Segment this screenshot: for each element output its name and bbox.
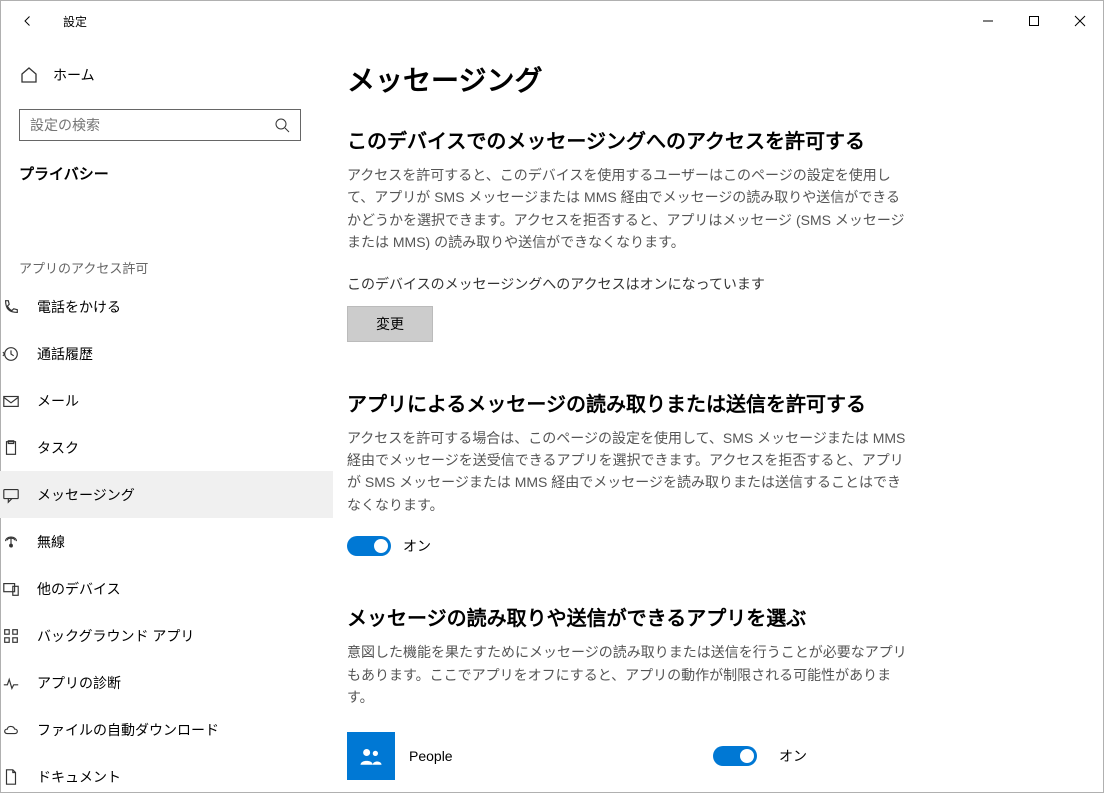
sidebar-category: プライバシー <box>19 163 297 184</box>
close-button[interactable] <box>1057 5 1103 37</box>
phone-icon <box>1 297 21 317</box>
maximize-icon <box>1028 15 1040 27</box>
section-device-access-heading: このデバイスでのメッセージングへのアクセスを許可する <box>347 125 1063 154</box>
titlebar: 設定 <box>1 1 1103 41</box>
sidebar-home[interactable]: ホーム <box>19 55 297 95</box>
sidebar-item-label: アプリの診断 <box>37 673 121 693</box>
sidebar-item-label: メッセージング <box>37 485 135 505</box>
section-app-access-desc: アクセスを許可する場合は、このページの設定を使用して、SMS メッセージまたは … <box>347 427 907 517</box>
minimize-button[interactable] <box>965 5 1011 37</box>
app-row-people: People オン <box>347 728 807 784</box>
app-access-toggle-label: オン <box>403 536 431 556</box>
sidebar-item-app-diagnostics[interactable]: アプリの診断 <box>0 659 333 706</box>
mail-icon <box>1 391 21 411</box>
sidebar-item-file-downloads[interactable]: ファイルの自動ダウンロード <box>0 706 333 753</box>
app-access-toggle[interactable] <box>347 536 391 556</box>
devices-icon <box>1 579 21 599</box>
sidebar-item-documents[interactable]: ドキュメント <box>0 753 333 793</box>
cloud-icon <box>1 720 21 740</box>
sidebar-item-label: ファイルの自動ダウンロード <box>37 720 219 740</box>
people-app-toggle[interactable] <box>713 746 757 766</box>
sidebar-item-background-apps[interactable]: バックグラウンド アプリ <box>0 612 333 659</box>
section-choose-apps-heading: メッセージの読み取りや送信ができるアプリを選ぶ <box>347 602 1063 631</box>
sidebar: ホーム プライバシー アプリのアクセス許可 電話をかける 通話履歴 メール <box>1 41 315 792</box>
window-title: 設定 <box>63 13 87 30</box>
section-app-access-heading: アプリによるメッセージの読み取りまたは送信を許可する <box>347 388 1063 417</box>
grid-icon <box>1 626 21 646</box>
sidebar-item-label: バックグラウンド アプリ <box>37 626 194 646</box>
sidebar-item-label: 他のデバイス <box>37 579 121 599</box>
people-app-name: People <box>409 748 713 764</box>
arrow-left-icon <box>22 15 34 27</box>
content: メッセージング このデバイスでのメッセージングへのアクセスを許可する アクセスを… <box>315 41 1103 792</box>
minimize-icon <box>982 15 994 27</box>
sidebar-home-label: ホーム <box>53 65 95 85</box>
device-access-status: このデバイスのメッセージングへのアクセスはオンになっています <box>347 274 1063 294</box>
sidebar-item-label: ドキュメント <box>37 767 121 787</box>
back-button[interactable] <box>11 4 45 38</box>
search-input[interactable] <box>19 109 301 141</box>
section-device-access-desc: アクセスを許可すると、このデバイスを使用するユーザーはこのページの設定を使用して… <box>347 164 907 254</box>
sidebar-item-other-devices[interactable]: 他のデバイス <box>0 565 333 612</box>
search-icon <box>274 117 290 133</box>
sidebar-item-messaging[interactable]: メッセージング <box>0 471 333 518</box>
change-button[interactable]: 変更 <box>347 306 433 342</box>
section-choose-apps-desc: 意図した機能を果たすためにメッセージの読み取りまたは送信を行うことが必要なアプリ… <box>347 641 907 708</box>
radio-icon <box>1 532 21 552</box>
sidebar-group-title: アプリのアクセス許可 <box>19 258 297 277</box>
sidebar-item-radios[interactable]: 無線 <box>0 518 333 565</box>
maximize-button[interactable] <box>1011 5 1057 37</box>
sidebar-item-mail[interactable]: メール <box>0 377 333 424</box>
home-icon <box>19 65 39 85</box>
search-field[interactable] <box>30 117 274 133</box>
close-icon <box>1074 15 1086 27</box>
message-icon <box>1 485 21 505</box>
sidebar-item-label: 通話履歴 <box>37 344 93 364</box>
clipboard-icon <box>1 438 21 458</box>
history-icon <box>1 344 21 364</box>
sidebar-item-call-history[interactable]: 通話履歴 <box>0 330 333 377</box>
sidebar-item-label: 無線 <box>37 532 65 552</box>
people-app-icon <box>347 732 395 780</box>
people-app-toggle-label: オン <box>779 746 807 766</box>
sidebar-item-phone-calls[interactable]: 電話をかける <box>0 283 333 330</box>
sidebar-item-label: メール <box>37 391 79 411</box>
diagnostics-icon <box>1 673 21 693</box>
sidebar-item-tasks[interactable]: タスク <box>0 424 333 471</box>
document-icon <box>1 767 21 787</box>
page-title: メッセージング <box>347 59 1063 99</box>
sidebar-item-label: タスク <box>37 438 79 458</box>
sidebar-item-label: 電話をかける <box>37 297 121 317</box>
